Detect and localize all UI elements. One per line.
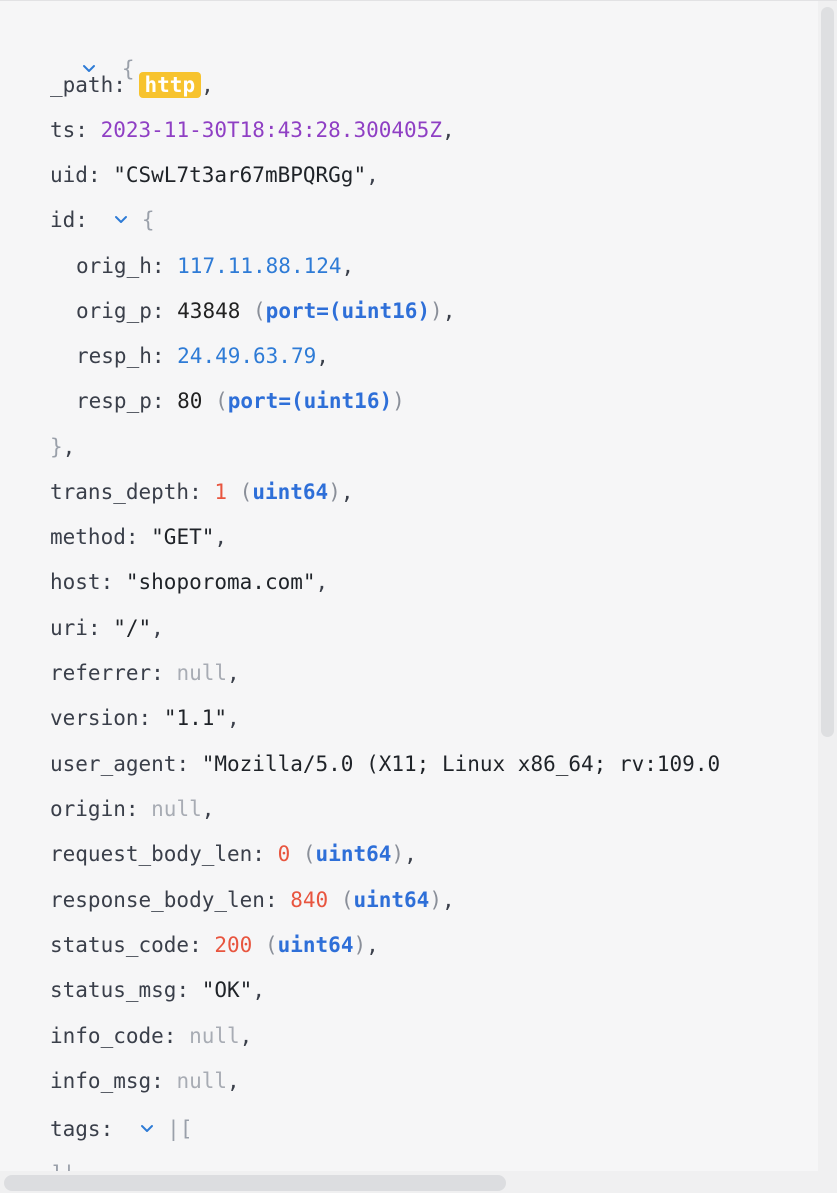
field-origin: origin: null,: [50, 797, 215, 821]
field-tags: tags: |[: [50, 1117, 193, 1141]
field-status-code: status_code: 200 (uint64),: [50, 933, 379, 957]
field-referrer: referrer: null,: [50, 661, 240, 685]
field-resp-h: resp_h: 24.49.63.79,: [76, 344, 329, 368]
field-orig-p: orig_p: 43848 (port=(uint16)),: [76, 299, 456, 323]
field-key: resp_h: [76, 344, 152, 368]
field-uri: uri: "/",: [50, 616, 164, 640]
chevron-down-icon[interactable]: [113, 211, 129, 227]
field-key: status_msg: [50, 978, 177, 1002]
horizontal-scrollbar-thumb[interactable]: [4, 1175, 506, 1191]
field-value[interactable]: "OK": [202, 978, 253, 1002]
field-key: host: [50, 570, 101, 594]
field-key: trans_depth: [50, 480, 190, 504]
open-brace: {: [141, 208, 155, 232]
field-key: orig_p: [76, 299, 152, 323]
type-annotation: uint64: [277, 933, 354, 957]
field-request-body-len: request_body_len: 0 (uint64),: [50, 842, 417, 866]
field-value[interactable]: 117.11.88.124: [177, 254, 341, 278]
horizontal-scrollbar[interactable]: [0, 1171, 837, 1193]
field-resp-p: resp_p: 80 (port=(uint16)): [76, 389, 405, 413]
field-host: host: "shoporoma.com",: [50, 570, 329, 594]
field-value[interactable]: null: [189, 1024, 240, 1048]
path-badge[interactable]: http: [138, 71, 202, 98]
field-key: resp_p: [76, 389, 152, 413]
field-orig-h: orig_h: 117.11.88.124,: [76, 254, 355, 278]
type-annotation: uint64: [315, 842, 392, 866]
field-info-msg: info_msg: null,: [50, 1069, 240, 1093]
field-key: version: [50, 706, 139, 730]
tags-open: |[: [167, 1117, 193, 1141]
field-key: orig_h: [76, 254, 152, 278]
field-method: method: "GET",: [50, 525, 228, 549]
type-annotation: port=(uint16): [265, 299, 431, 323]
field-version: version: "1.1",: [50, 706, 240, 730]
id-close-line: },: [50, 435, 76, 459]
field-value[interactable]: "Mozilla/5.0 (X11; Linux x86_64; rv:109.…: [202, 752, 720, 776]
field-key: info_code: [50, 1024, 164, 1048]
field-key: info_msg: [50, 1069, 152, 1093]
field-user-agent: user_agent: "Mozilla/5.0 (X11; Linux x86…: [50, 752, 721, 776]
vertical-scrollbar[interactable]: [818, 1, 837, 1193]
field-key: referrer: [50, 661, 152, 685]
field-key: user_agent: [50, 752, 177, 776]
record-root-line: {: [30, 24, 135, 81]
field-value[interactable]: null: [176, 1069, 227, 1093]
vertical-scrollbar-thumb[interactable]: [821, 7, 834, 737]
record-viewer: { _path: http, ts: 2023-11-30T18:43:28.3…: [0, 0, 837, 1193]
field-value[interactable]: "CSwL7t3ar67mBPQRGg": [113, 163, 366, 187]
field-key: method: [50, 525, 126, 549]
field-value[interactable]: 1: [214, 480, 227, 504]
field-value[interactable]: 43848: [177, 299, 240, 323]
field-key: tags: [50, 1117, 101, 1141]
field-value[interactable]: 840: [290, 888, 328, 912]
field-value[interactable]: "shoporoma.com": [126, 570, 316, 594]
field-path: _path: http,: [50, 71, 214, 98]
field-key: origin: [50, 797, 126, 821]
field-key: ts: [50, 118, 76, 142]
field-status-msg: status_msg: "OK",: [50, 978, 265, 1002]
field-value[interactable]: 200: [214, 933, 252, 957]
field-value[interactable]: "1.1": [164, 706, 227, 730]
type-annotation: uint64: [353, 888, 430, 912]
field-value[interactable]: "/": [113, 616, 151, 640]
field-value[interactable]: 0: [278, 842, 291, 866]
type-annotation: port=(uint16): [227, 389, 393, 413]
field-key: request_body_len: [50, 842, 253, 866]
field-value[interactable]: null: [176, 661, 227, 685]
field-value[interactable]: 80: [177, 389, 202, 413]
field-trans-depth: trans_depth: 1 (uint64),: [50, 480, 354, 504]
field-key: status_code: [50, 933, 190, 957]
type-annotation: uint64: [252, 480, 329, 504]
field-key: _path: [50, 73, 114, 97]
field-value[interactable]: null: [151, 797, 202, 821]
field-response-body-len: response_body_len: 840 (uint64),: [50, 888, 455, 912]
field-value[interactable]: "GET": [151, 525, 214, 549]
field-uid: uid: "CSwL7t3ar67mBPQRGg",: [50, 163, 379, 187]
field-key: uid: [50, 163, 88, 187]
field-id: id: {: [50, 208, 155, 232]
field-value[interactable]: 24.49.63.79: [177, 344, 316, 368]
field-value[interactable]: 2023-11-30T18:43:28.300405Z: [101, 118, 442, 142]
field-ts: ts: 2023-11-30T18:43:28.300405Z,: [50, 118, 455, 142]
field-key: response_body_len: [50, 888, 265, 912]
close-brace: }: [50, 435, 63, 459]
field-key: id: [50, 208, 76, 232]
field-info-code: info_code: null,: [50, 1024, 253, 1048]
field-key: uri: [50, 616, 88, 640]
chevron-down-icon[interactable]: [139, 1120, 155, 1136]
